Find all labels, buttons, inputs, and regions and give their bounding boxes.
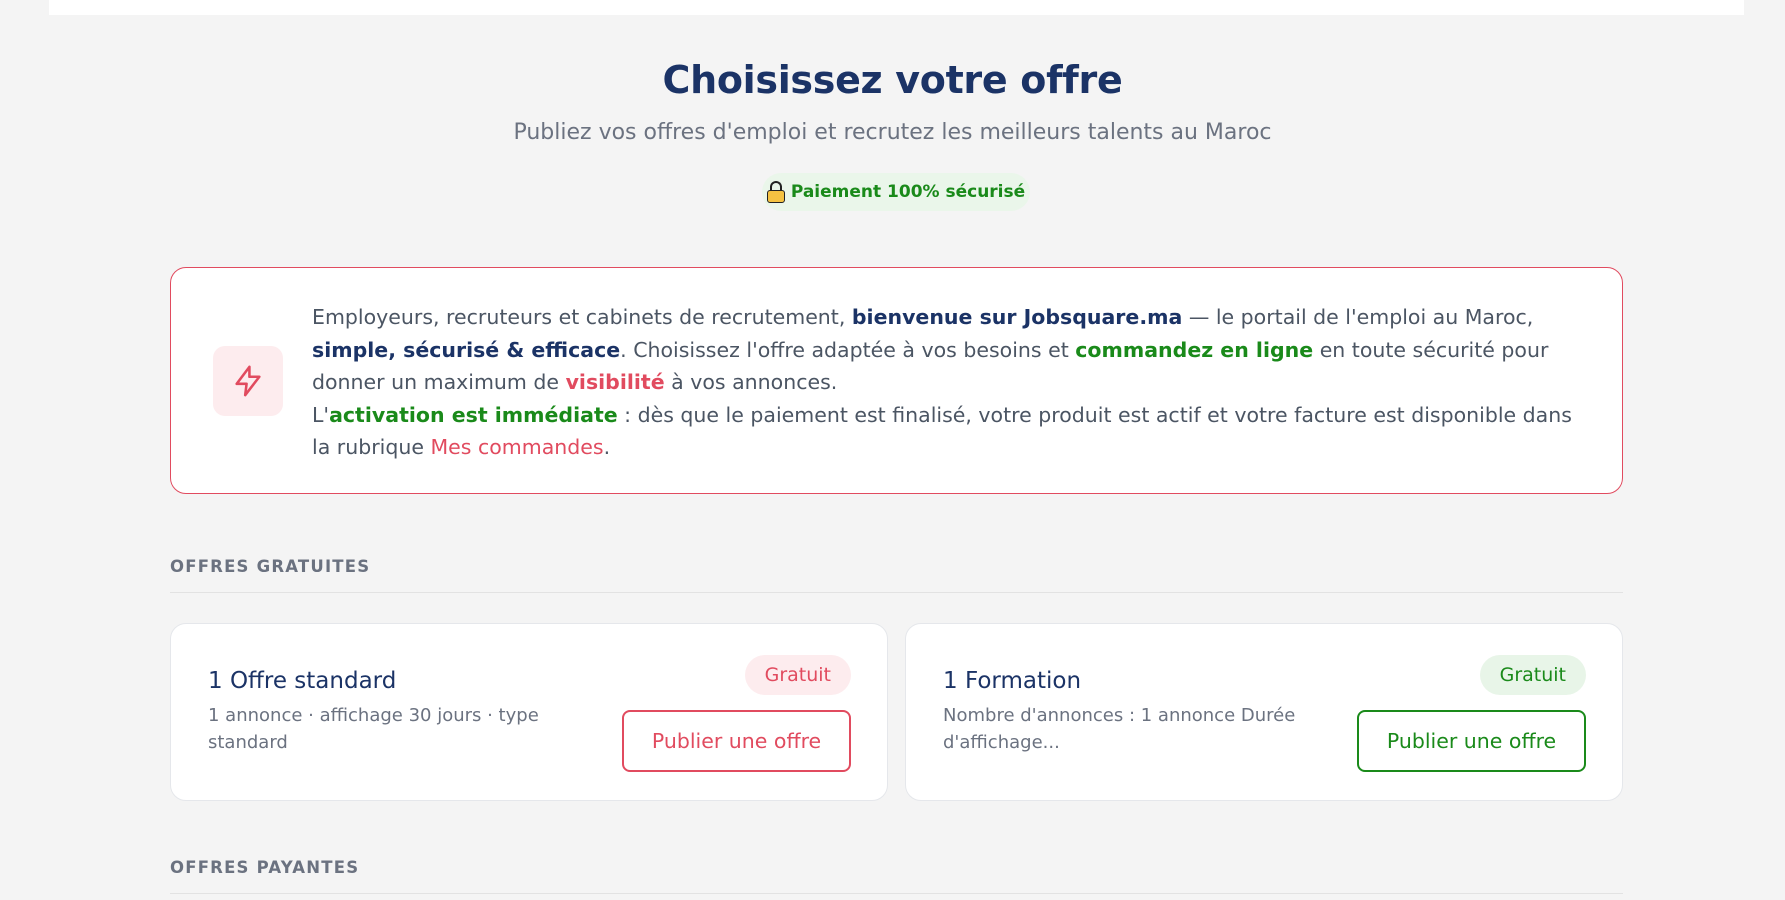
publish-offer-button[interactable]: Publier une offre (622, 710, 851, 772)
offer-description: 1 annonce · affichage 30 jours · type st… (208, 705, 539, 753)
section-divider (170, 592, 1623, 593)
welcome-card: Employeurs, recruteurs et cabinets de re… (170, 267, 1623, 494)
section-title-free-offers: OFFRES GRATUITES (170, 557, 371, 576)
offer-name: 1 Offre standard (208, 668, 397, 694)
offer-price-badge: Gratuit (744, 655, 851, 695)
offer-name: 1 Formation (943, 668, 1082, 694)
welcome-site-name: bienvenue sur Jobsquare.ma (851, 305, 1183, 329)
publish-offer-button[interactable]: Publier une offre (1357, 710, 1586, 772)
my-orders-link[interactable]: Mes commandes (430, 435, 603, 459)
section-title-paid-offers: OFFRES PAYANTES (170, 858, 360, 877)
top-navbar-edge (49, 0, 1744, 15)
lightning-bolt-icon (213, 346, 283, 416)
offer-price-badge: Gratuit (1479, 655, 1586, 695)
page-subtitle: Publiez vos offres d'emploi et recrutez … (513, 120, 1272, 145)
lock-icon (766, 181, 785, 203)
offer-card-formation: 1 Formation Nombre d'annonces : 1 annonc… (905, 623, 1623, 801)
secure-payment-label: Paiement 100% sécurisé (790, 182, 1026, 202)
secure-payment-badge: Paiement 100% sécurisé (762, 173, 1030, 211)
section-divider (170, 893, 1623, 894)
page-title: Choisissez votre offre (662, 58, 1123, 102)
welcome-message: Employeurs, recruteurs et cabinets de re… (312, 305, 1572, 459)
offer-card-standard: 1 Offre standard 1 annonce · affichage 3… (170, 623, 888, 801)
offer-description: Nombre d'annonces : 1 annonce Durée d'af… (943, 705, 1296, 753)
